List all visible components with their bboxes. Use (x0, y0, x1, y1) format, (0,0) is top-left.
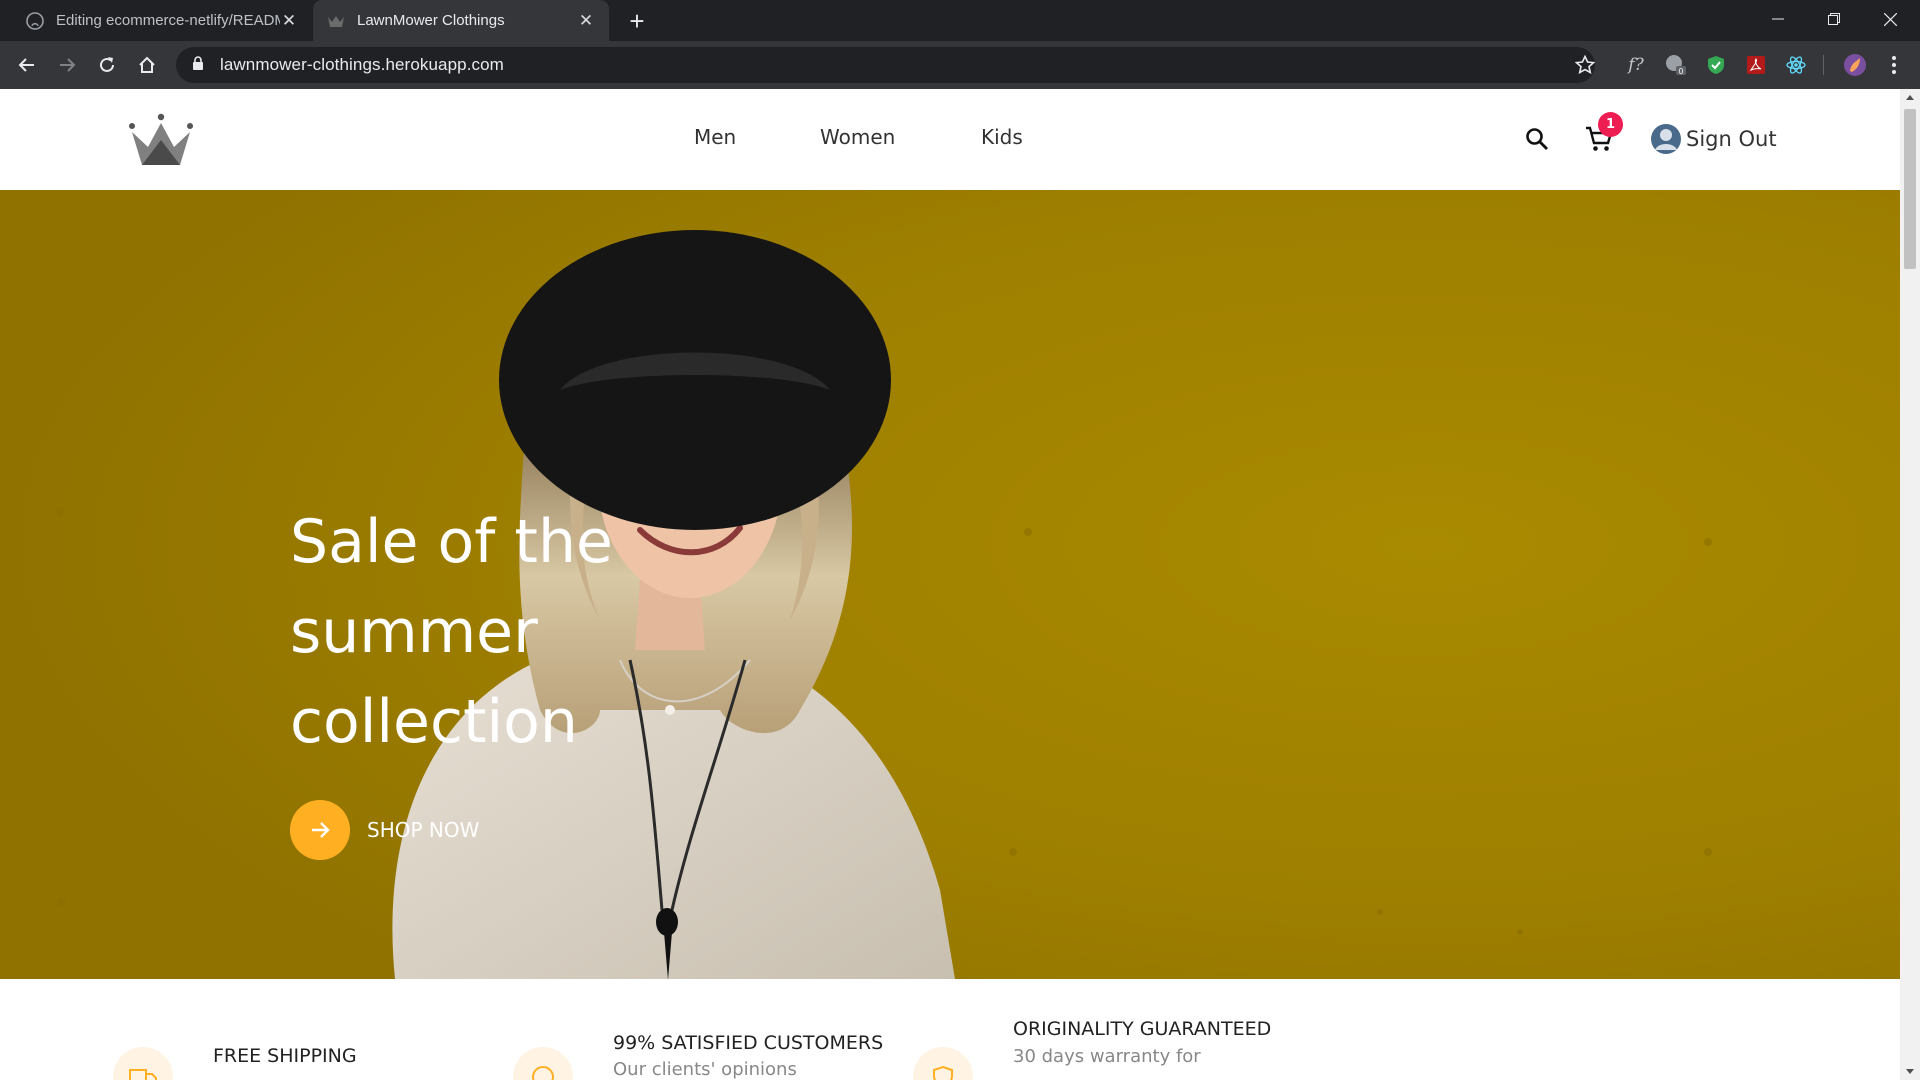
lock-icon (192, 55, 204, 75)
scrollbar-thumb[interactable] (1904, 109, 1916, 269)
site-header: Men Women Kids 1 Sign Out (0, 89, 1900, 190)
user-avatar-icon (1650, 123, 1682, 155)
hero-banner: Sale of the summer collection SHOP NOW (0, 190, 1900, 979)
close-tab-icon[interactable]: ✕ (280, 11, 298, 30)
feature-description: Our clients' opinions (613, 1059, 797, 1080)
sign-out-label: Sign Out (1686, 127, 1777, 151)
browser-toolbar: lawnmower-clothings.herokuapp.com f? 0 (0, 41, 1920, 89)
new-tab-button[interactable]: + (624, 8, 650, 34)
sign-out-button[interactable]: Sign Out (1650, 123, 1777, 155)
svg-text:0: 0 (1679, 67, 1684, 76)
truck-icon (113, 1047, 173, 1080)
crown-logo-icon[interactable] (128, 113, 194, 169)
feature-title: FREE SHIPPING (213, 1045, 357, 1067)
hero-headline: Sale of the summer collection (290, 497, 850, 767)
cart-count-badge: 1 (1598, 112, 1623, 137)
scroll-up-arrow-icon[interactable] (1906, 95, 1914, 100)
hero-headline-line: summer (290, 597, 538, 667)
features-strip: FREE SHIPPING 99% SATISFIED CUSTOMERS Ou… (0, 979, 1330, 1080)
tab-title: LawnMower Clothings (357, 12, 505, 29)
forward-arrow-icon[interactable] (53, 51, 81, 79)
browser-menu-icon[interactable] (1882, 53, 1906, 77)
extension-counter-icon[interactable]: 0 (1664, 53, 1688, 77)
nav-link-men[interactable]: Men (694, 125, 736, 155)
nav-link-women[interactable]: Women (820, 125, 895, 155)
back-arrow-icon[interactable] (13, 51, 41, 79)
nav-link-kids[interactable]: Kids (981, 125, 1023, 155)
close-tab-icon[interactable]: ✕ (577, 11, 595, 30)
url-text: lawnmower-clothings.herokuapp.com (220, 55, 504, 74)
arrow-right-icon (290, 800, 350, 860)
react-devtools-icon[interactable] (1784, 53, 1808, 77)
profile-avatar-icon[interactable] (1843, 53, 1867, 77)
tab-title: Editing ecommerce-netlify/READM (56, 12, 280, 29)
smile-icon (513, 1047, 573, 1080)
reload-icon[interactable] (93, 51, 121, 79)
browser-tab-github[interactable]: Editing ecommerce-netlify/READM ✕ (12, 0, 312, 41)
hero-photo (0, 190, 1900, 979)
browser-tab-bar: Editing ecommerce-netlify/READM ✕ LawnMo… (0, 0, 1920, 41)
browser-tab-lawnmower[interactable]: LawnMower Clothings ✕ (313, 0, 609, 41)
feature-title: ORIGINALITY GUARANTEED (1013, 1018, 1272, 1040)
close-window-icon[interactable] (1862, 0, 1918, 38)
shop-now-label: SHOP NOW (367, 818, 480, 842)
font-finder-extension-icon[interactable]: f? (1624, 53, 1648, 77)
shield-badge-icon (913, 1047, 973, 1080)
minimize-window-icon[interactable] (1750, 0, 1806, 38)
pdf-extension-icon[interactable] (1744, 53, 1768, 77)
hero-headline-line: Sale of the (290, 507, 613, 577)
crown-favicon-icon (327, 12, 345, 30)
search-icon[interactable] (1522, 124, 1552, 154)
address-bar[interactable]: lawnmower-clothings.herokuapp.com (176, 47, 1595, 83)
restore-window-icon[interactable] (1806, 0, 1862, 38)
scroll-down-arrow-icon[interactable] (1906, 1069, 1914, 1074)
github-icon (26, 11, 44, 30)
bookmark-star-icon[interactable] (1573, 53, 1597, 77)
feature-description: 30 days warranty for (1013, 1046, 1201, 1067)
home-icon[interactable] (133, 51, 161, 79)
page-viewport: Men Women Kids 1 Sign Out Sale of the su… (0, 89, 1900, 1080)
toolbar-divider (1823, 55, 1824, 75)
hero-headline-line: collection (290, 687, 578, 757)
shop-now-button[interactable]: SHOP NOW (290, 800, 479, 860)
page-scrollbar[interactable] (1900, 89, 1920, 1080)
feature-title: 99% SATISFIED CUSTOMERS (613, 1032, 884, 1054)
shield-extension-icon[interactable] (1704, 53, 1728, 77)
